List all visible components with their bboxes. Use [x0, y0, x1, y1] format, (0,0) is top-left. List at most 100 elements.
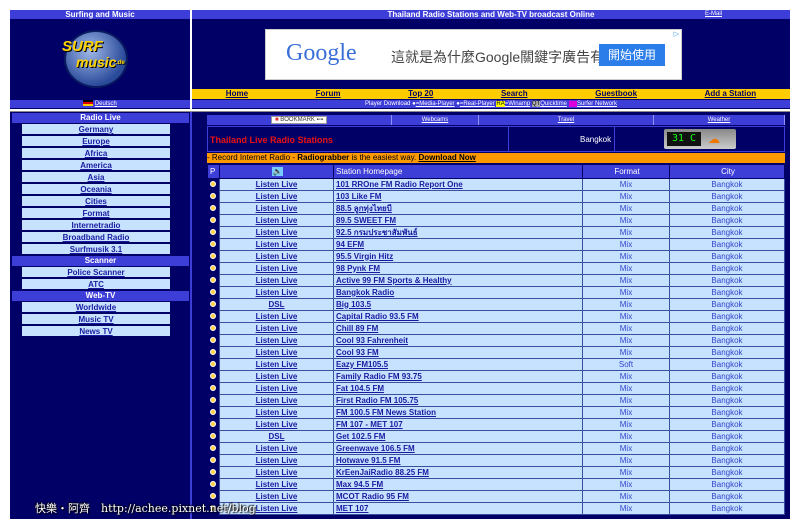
play-icon[interactable]: [210, 228, 217, 235]
station-link[interactable]: 92.5 กรมประชาสัมพันธ์: [336, 228, 418, 237]
station-link[interactable]: 101 RROne FM Radio Report One: [336, 180, 463, 189]
station-link[interactable]: Capital Radio 93.5 FM: [336, 312, 419, 321]
listen-live-link[interactable]: Listen Live: [256, 372, 298, 381]
listen-live-link[interactable]: Listen Live: [256, 204, 298, 213]
listen-live-link[interactable]: DSL: [269, 432, 285, 441]
sidebar-item[interactable]: Asia: [22, 172, 170, 183]
play-icon[interactable]: [210, 420, 217, 427]
station-link[interactable]: Get 102.5 FM: [336, 432, 385, 441]
download-now-link[interactable]: Download Now: [419, 153, 476, 162]
tab-travel[interactable]: Travel: [558, 117, 574, 123]
sidebar-item[interactable]: Worldwide: [22, 302, 170, 313]
sidebar-item-worldwide[interactable]: Worldwide: [76, 303, 116, 312]
station-link[interactable]: FM 100.5 FM News Station: [336, 408, 436, 417]
sidebar-item-africa[interactable]: Africa: [85, 149, 108, 158]
listen-live-link[interactable]: Listen Live: [256, 444, 298, 453]
email-link[interactable]: E-Mail: [705, 10, 722, 19]
play-icon[interactable]: [210, 192, 217, 199]
station-link[interactable]: Cool 93 FM: [336, 348, 379, 357]
sidebar-item-oceania[interactable]: Oceania: [80, 185, 111, 194]
station-link[interactable]: Bangkok Radio: [336, 288, 394, 297]
station-link[interactable]: KrEenJaiRadio 88.25 FM: [336, 468, 429, 477]
sidebar-item-germany[interactable]: Germany: [79, 125, 114, 134]
station-link[interactable]: Hotwave 91.5 FM: [336, 456, 400, 465]
station-link[interactable]: 89.5 SWEET FM: [336, 216, 396, 225]
station-link[interactable]: MET 107: [336, 504, 368, 513]
nav-forum[interactable]: Forum: [316, 89, 341, 99]
station-link[interactable]: MCOT Radio 95 FM: [336, 492, 409, 501]
listen-live-link[interactable]: Listen Live: [256, 408, 298, 417]
play-icon[interactable]: [210, 336, 217, 343]
adchoices-icon[interactable]: ▷: [674, 30, 679, 38]
listen-live-link[interactable]: Listen Live: [256, 324, 298, 333]
listen-live-link[interactable]: Listen Live: [256, 228, 298, 237]
tab-webcams[interactable]: Webcams: [422, 117, 449, 123]
nav-search[interactable]: Search: [501, 89, 528, 99]
sidebar-item[interactable]: Africa: [22, 148, 170, 159]
station-link[interactable]: Active 99 FM Sports & Healthy: [336, 276, 452, 285]
sidebar-item[interactable]: America: [22, 160, 170, 171]
listen-live-link[interactable]: Listen Live: [256, 420, 298, 429]
play-icon[interactable]: [210, 468, 217, 475]
listen-live-link[interactable]: Listen Live: [256, 348, 298, 357]
listen-live-link[interactable]: Listen Live: [256, 240, 298, 249]
sidebar-item-police-scanner[interactable]: Police Scanner: [67, 268, 124, 277]
listen-live-link[interactable]: Listen Live: [256, 396, 298, 405]
play-icon[interactable]: [210, 444, 217, 451]
station-link[interactable]: 98 Pynk FM: [336, 264, 380, 273]
play-icon[interactable]: [210, 240, 217, 247]
listen-live-link[interactable]: Listen Live: [256, 336, 298, 345]
sidebar-item[interactable]: Cities: [22, 196, 170, 207]
surfmusic-logo[interactable]: SURF music .de: [62, 30, 128, 88]
surfer-network-link[interactable]: Surfer Network: [577, 101, 617, 107]
play-icon[interactable]: [210, 216, 217, 223]
sidebar-item-format[interactable]: Format: [82, 209, 109, 218]
station-link[interactable]: Family Radio FM 93.75: [336, 372, 422, 381]
station-link[interactable]: Fat 104.5 FM: [336, 384, 384, 393]
sidebar-item-atc[interactable]: ATC: [88, 280, 104, 289]
winamp-link[interactable]: =Winamp: [505, 101, 531, 107]
listen-live-link[interactable]: Listen Live: [256, 252, 298, 261]
sidebar-item-europe[interactable]: Europe: [82, 137, 110, 146]
sidebar-item[interactable]: Oceania: [22, 184, 170, 195]
listen-live-link[interactable]: Listen Live: [256, 264, 298, 273]
listen-live-link[interactable]: Listen Live: [256, 192, 298, 201]
play-icon[interactable]: [210, 372, 217, 379]
station-link[interactable]: 103 Like FM: [336, 192, 381, 201]
nav-top-20[interactable]: Top 20: [408, 89, 433, 99]
deutsch-link[interactable]: Deutsch: [95, 101, 117, 107]
nav-guestbook[interactable]: Guestbook: [595, 89, 637, 99]
play-icon[interactable]: [210, 384, 217, 391]
station-link[interactable]: Eazy FM105.5: [336, 360, 388, 369]
station-link[interactable]: 94 EFM: [336, 240, 364, 249]
listen-live-link[interactable]: DSL: [269, 300, 285, 309]
sidebar-item-asia[interactable]: Asia: [88, 173, 105, 182]
play-icon[interactable]: [210, 348, 217, 355]
sidebar-item[interactable]: Germany: [22, 124, 170, 135]
station-link[interactable]: Max 94.5 FM: [336, 480, 383, 489]
listen-live-link[interactable]: Listen Live: [256, 180, 298, 189]
nav-home[interactable]: Home: [226, 89, 248, 99]
station-link[interactable]: Greenwave 106.5 FM: [336, 444, 415, 453]
real-player-link[interactable]: =Real-Player: [460, 101, 495, 107]
station-link[interactable]: Big 103.5: [336, 300, 371, 309]
bookmark-button[interactable]: ■ BOOKMARK ▪▫▪: [207, 115, 392, 125]
sidebar-item-internetradio[interactable]: Internetradio: [72, 221, 121, 230]
play-icon[interactable]: [210, 204, 217, 211]
play-icon[interactable]: [210, 312, 217, 319]
sidebar-item-music-tv[interactable]: Music TV: [78, 315, 113, 324]
listen-live-link[interactable]: Listen Live: [256, 504, 298, 513]
play-icon[interactable]: [210, 276, 217, 283]
weather-widget[interactable]: 31 C ☁: [664, 129, 736, 149]
listen-live-link[interactable]: Listen Live: [256, 312, 298, 321]
sidebar-item[interactable]: Music TV: [22, 314, 170, 325]
sidebar-item-news-tv[interactable]: News TV: [79, 327, 112, 336]
ad-cta-button[interactable]: 開始使用: [599, 44, 665, 66]
station-link[interactable]: 88.5 ลูกทุ่งไทยบี: [336, 204, 392, 213]
sidebar-item-broadband-radio[interactable]: Broadband Radio: [63, 233, 130, 242]
sidebar-item-cities[interactable]: Cities: [85, 197, 107, 206]
listen-live-link[interactable]: Listen Live: [256, 492, 298, 501]
play-icon[interactable]: [210, 252, 217, 259]
sidebar-item[interactable]: Format: [22, 208, 170, 219]
station-link[interactable]: FM 107 - MET 107: [336, 420, 403, 429]
